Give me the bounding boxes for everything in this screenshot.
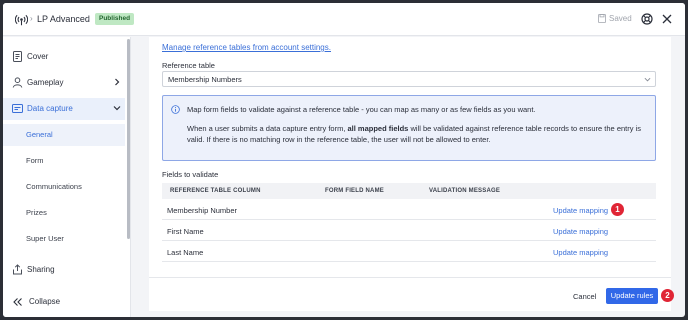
sidebar-item-label: Sharing bbox=[27, 265, 55, 274]
breadcrumb-separator: › bbox=[30, 14, 33, 23]
fields-to-validate-label: Fields to validate bbox=[162, 170, 219, 179]
footer-divider bbox=[149, 277, 671, 278]
sidebar-item-gameplay[interactable]: Gameplay bbox=[3, 72, 125, 94]
sidebar-subitem-prizes[interactable]: Prizes bbox=[3, 202, 125, 224]
sidebar-item-cover[interactable]: Cover bbox=[3, 46, 125, 68]
app-window: › LP Advanced › Published Saved Cover Ga… bbox=[3, 3, 685, 317]
update-rules-button[interactable]: Update rules bbox=[606, 288, 658, 304]
cancel-button[interactable]: Cancel bbox=[573, 292, 596, 301]
data-capture-icon bbox=[12, 104, 23, 113]
sidebar-scrollbar[interactable] bbox=[127, 39, 130, 239]
person-icon bbox=[12, 77, 23, 88]
table-row: Last Name Update mapping bbox=[162, 242, 656, 262]
chevron-right-icon bbox=[115, 78, 120, 86]
sidebar-subitem-form[interactable]: Form bbox=[3, 150, 125, 172]
sidebar-subitem-label: General bbox=[26, 130, 53, 139]
info-callout: Map form fields to validate against a re… bbox=[162, 95, 656, 161]
help-icon[interactable] bbox=[641, 13, 653, 25]
update-mapping-link[interactable]: Update mapping bbox=[553, 206, 608, 215]
column-header: REFERENCE TABLE COLUMN bbox=[170, 188, 261, 194]
sidebar-subitem-super-user[interactable]: Super User bbox=[3, 228, 125, 250]
table-header: REFERENCE TABLE COLUMN FORM FIELD NAME V… bbox=[162, 183, 656, 199]
sidebar: Cover Gameplay Data capture General Form… bbox=[3, 37, 131, 317]
column-header: VALIDATION MESSAGE bbox=[429, 188, 501, 194]
collapse-label: Collapse bbox=[29, 297, 61, 306]
breadcrumb-separator: › bbox=[87, 14, 90, 23]
info-detail-bold: all mapped fields bbox=[347, 124, 409, 133]
main-panel: Manage reference tables from account set… bbox=[149, 37, 674, 311]
collapse-button[interactable]: Collapse bbox=[3, 291, 125, 313]
manage-reference-tables-link[interactable]: Manage reference tables from account set… bbox=[162, 43, 331, 52]
reference-table-select[interactable]: Membership Numbers bbox=[162, 71, 656, 87]
update-mapping-link[interactable]: Update mapping bbox=[553, 248, 608, 257]
sidebar-subitem-communications[interactable]: Communications bbox=[3, 176, 125, 198]
info-detail-part: When a user submits a data capture entry… bbox=[187, 124, 348, 133]
sidebar-subitem-general[interactable]: General bbox=[3, 124, 125, 146]
document-icon bbox=[13, 51, 22, 62]
sidebar-item-data-capture[interactable]: Data capture bbox=[3, 98, 125, 120]
sidebar-item-label: Cover bbox=[27, 52, 49, 61]
info-icon bbox=[171, 105, 180, 114]
chevron-down-icon bbox=[113, 106, 121, 111]
row-column-name: Membership Number bbox=[167, 206, 238, 215]
sidebar-subitem-label: Form bbox=[26, 156, 44, 165]
chevron-down-icon bbox=[644, 77, 651, 82]
status-badge: Published bbox=[95, 13, 135, 25]
broadcast-icon[interactable] bbox=[15, 13, 28, 26]
save-icon bbox=[598, 14, 606, 23]
top-bar: › LP Advanced › Published Saved bbox=[3, 3, 685, 36]
sidebar-item-label: Data capture bbox=[27, 104, 73, 113]
sidebar-item-sharing[interactable]: Sharing bbox=[3, 259, 125, 281]
saved-status: Saved bbox=[609, 14, 632, 23]
row-column-name: Last Name bbox=[167, 248, 204, 257]
info-detail: When a user submits a data capture entry… bbox=[187, 123, 651, 145]
info-text: Map form fields to validate against a re… bbox=[187, 105, 536, 114]
update-mapping-link[interactable]: Update mapping bbox=[553, 227, 608, 236]
annotation-marker: 1 bbox=[611, 203, 624, 216]
share-icon bbox=[13, 264, 22, 275]
reference-table-value: Membership Numbers bbox=[168, 75, 242, 84]
row-column-name: First Name bbox=[167, 227, 204, 236]
close-icon[interactable] bbox=[662, 14, 672, 24]
sidebar-subitem-label: Prizes bbox=[26, 208, 47, 217]
double-chevron-left-icon bbox=[13, 298, 22, 306]
column-header: FORM FIELD NAME bbox=[325, 188, 384, 194]
sidebar-subitem-label: Communications bbox=[26, 182, 82, 191]
table-row: Membership Number Update mapping 1 bbox=[162, 200, 656, 220]
sidebar-item-label: Gameplay bbox=[27, 78, 64, 87]
table-row: First Name Update mapping bbox=[162, 221, 656, 241]
breadcrumb-title[interactable]: LP Advanced bbox=[37, 14, 90, 24]
annotation-marker: 2 bbox=[661, 289, 674, 302]
sidebar-subitem-label: Super User bbox=[26, 234, 64, 243]
reference-table-label: Reference table bbox=[162, 61, 215, 70]
